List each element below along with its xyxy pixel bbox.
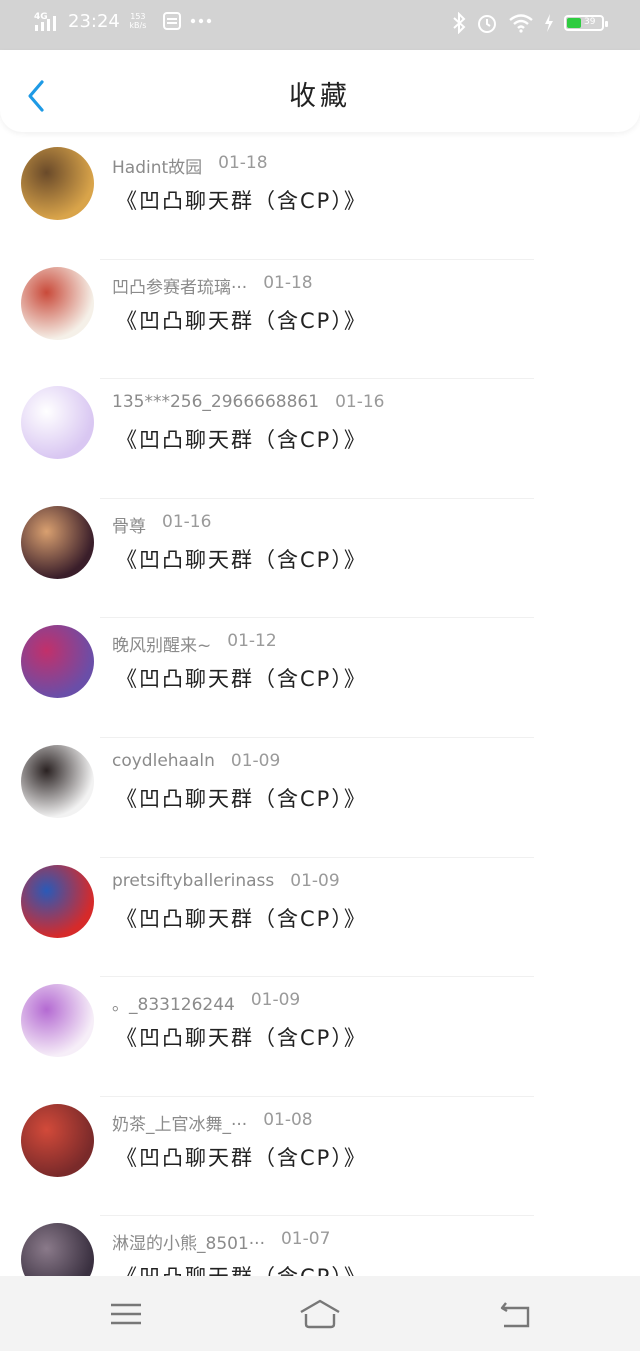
- item-meta: 奶茶_上官冰舞_··· 01-08: [112, 1110, 313, 1135]
- battery-cap: [605, 21, 608, 27]
- more-dots-icon: [190, 18, 212, 24]
- item-date: 01-09: [250, 990, 301, 1011]
- sender-name: 凹凸参赛者琉璃···: [112, 277, 248, 298]
- list-item[interactable]: Hadint故园 01-18 《凹凸聊天群（含CP）》: [0, 140, 640, 260]
- avatar[interactable]: [21, 505, 94, 579]
- item-content: 《凹凸聊天群（含CP）》: [116, 1145, 367, 1170]
- system-nav-bar: [0, 1276, 640, 1351]
- menu-icon: [111, 1303, 141, 1325]
- status-left: 4G 23:24 153 kB/s: [34, 10, 212, 32]
- item-date: 01-07: [280, 1229, 331, 1250]
- home-icon: [300, 1299, 340, 1329]
- list-item[interactable]: pretsiftyballerinass 01-09 《凹凸聊天群（含CP）》: [0, 858, 640, 978]
- item-date: 01-16: [162, 511, 212, 532]
- sender-name: pretsiftyballerinass: [112, 870, 275, 891]
- avatar[interactable]: [21, 625, 94, 699]
- wifi-icon: [509, 14, 533, 33]
- list-item[interactable]: 奶茶_上官冰舞_··· 01-08 《凹凸聊天群（含CP）》: [0, 1097, 640, 1217]
- item-content: 《凹凸聊天群（含CP）》: [116, 189, 367, 213]
- item-meta: pretsiftyballerinass 01-09: [112, 871, 340, 891]
- avatar[interactable]: [21, 386, 94, 460]
- item-meta: 淋湿的小熊_8501··· 01-07: [112, 1229, 330, 1254]
- sender-name: coydlehaaln: [112, 750, 215, 771]
- status-bar: 4G 23:24 153 kB/s 39: [0, 0, 640, 50]
- signal-icon: 4G: [34, 12, 56, 31]
- item-meta: 135***256_2966668861 01-16: [112, 392, 384, 412]
- list-item[interactable]: coydlehaaln 01-09 《凹凸聊天群（含CP）》: [0, 738, 640, 858]
- charging-icon: [545, 14, 553, 32]
- svg-text:4G: 4G: [34, 12, 48, 22]
- battery-level: 39: [584, 17, 596, 27]
- item-content: 《凹凸聊天群（含CP）》: [116, 1026, 367, 1051]
- item-content: 《凹凸聊天群（含CP）》: [116, 308, 367, 333]
- list-item[interactable]: 晚风别醒来~ 01-12 《凹凸聊天群（含CP）》: [0, 618, 640, 738]
- item-content: 《凹凸聊天群（含CP）》: [116, 906, 367, 931]
- menu-button[interactable]: [104, 1294, 148, 1334]
- list-item[interactable]: 。_833126244 01-09 《凹凸聊天群（含CP）》: [0, 977, 640, 1097]
- item-content: 《凹凸聊天群（含CP）》: [116, 428, 367, 453]
- sender-name: 骨尊: [112, 516, 146, 537]
- sender-name: 135***256_2966668861: [112, 392, 320, 413]
- item-date: 01-12: [227, 631, 277, 652]
- status-right: 39: [452, 12, 608, 34]
- page-title: 收藏: [289, 81, 351, 112]
- avatar[interactable]: [21, 984, 94, 1058]
- item-meta: 凹凸参赛者琉璃··· 01-18: [112, 273, 313, 298]
- avatar[interactable]: [21, 266, 94, 340]
- bluetooth-icon: [453, 12, 466, 34]
- item-meta: coydlehaaln 01-09: [112, 751, 280, 771]
- avatar[interactable]: [21, 744, 94, 818]
- network-speed: 153 kB/s: [129, 12, 147, 30]
- sender-name: 。_833126244: [112, 995, 235, 1016]
- home-button[interactable]: [298, 1294, 342, 1334]
- header: 收藏: [0, 50, 640, 132]
- item-meta: 。_833126244 01-09: [112, 990, 300, 1015]
- item-meta: 晚风别醒来~ 01-12: [112, 631, 277, 656]
- item-date: 01-09: [230, 750, 281, 771]
- battery-icon: 39: [564, 15, 608, 31]
- item-meta: 骨尊 01-16: [112, 512, 211, 537]
- sender-name: 奶茶_上官冰舞_···: [112, 1114, 248, 1135]
- item-date: 01-18: [218, 153, 268, 173]
- list-item[interactable]: 骨尊 01-16 《凹凸聊天群（含CP）》: [0, 499, 640, 619]
- item-date: 01-09: [290, 870, 340, 891]
- list-item[interactable]: 凹凸参赛者琉璃··· 01-18 《凹凸聊天群（含CP）》: [0, 260, 640, 380]
- battery-fill: [567, 18, 581, 28]
- sender-name: 晚风别醒来~: [112, 636, 212, 657]
- item-date: 01-18: [263, 272, 313, 293]
- favorites-list: Hadint故园 01-18 《凹凸聊天群（含CP）》 凹凸参赛者琉璃··· 01-18…: [0, 140, 640, 1336]
- avatar[interactable]: [21, 1103, 94, 1177]
- sender-name: Hadint故园: [112, 158, 203, 178]
- avatar[interactable]: [21, 147, 94, 220]
- item-date: 01-16: [335, 392, 385, 413]
- item-content: 《凹凸聊天群（含CP）》: [116, 547, 367, 572]
- avatar[interactable]: [21, 864, 94, 938]
- sender-name: 淋湿的小熊_8501···: [112, 1234, 265, 1255]
- alarm-icon: [478, 15, 496, 33]
- item-content: 《凹凸聊天群（含CP）》: [116, 786, 367, 811]
- notification-icon: [162, 12, 181, 30]
- item-date: 01-08: [263, 1109, 313, 1130]
- list-item[interactable]: 135***256_2966668861 01-16 《凹凸聊天群（含CP）》: [0, 379, 640, 499]
- back-nav-button[interactable]: [494, 1294, 538, 1334]
- item-content: 《凹凸聊天群（含CP）》: [116, 667, 367, 692]
- back-icon: [500, 1302, 530, 1328]
- clock: 23:24: [68, 10, 120, 32]
- item-meta: Hadint故园 01-18: [112, 153, 268, 178]
